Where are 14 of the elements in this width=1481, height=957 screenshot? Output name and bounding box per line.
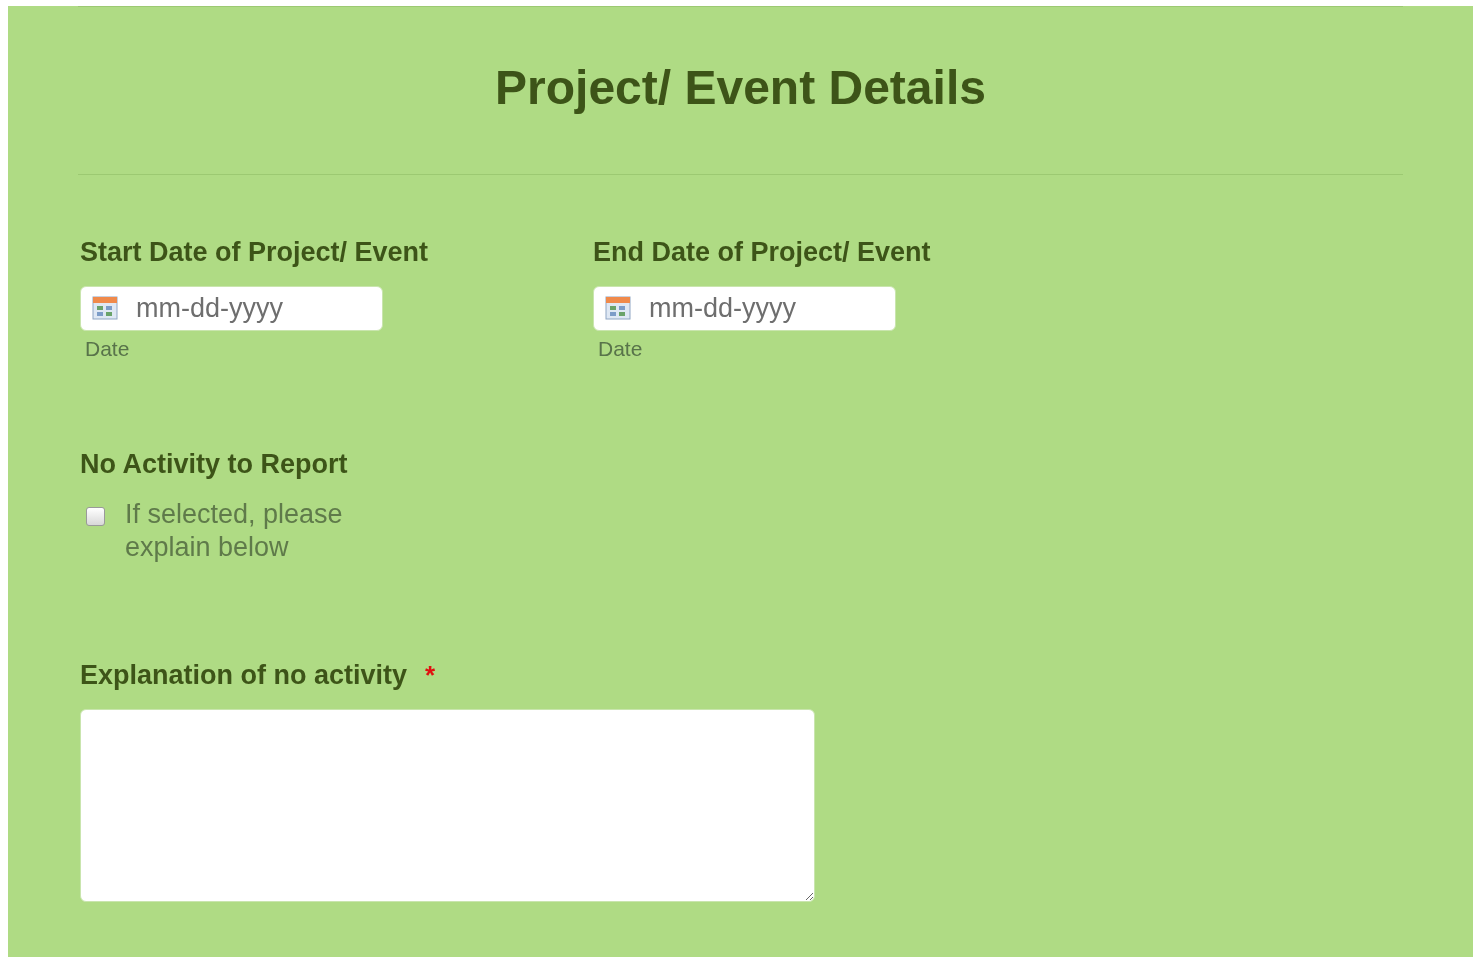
- calendar-icon: [605, 296, 631, 320]
- field-label: Start Date of Project/ Event: [80, 237, 430, 268]
- required-mark: *: [425, 660, 436, 691]
- date-input-field[interactable]: mm-dd-yyyy: [80, 286, 383, 331]
- field-label: End Date of Project/ Event: [593, 237, 932, 268]
- checkbox[interactable]: [86, 507, 105, 526]
- calendar-icon: [92, 296, 118, 320]
- checkbox-label: If selected, please explain below: [125, 498, 344, 564]
- field-label: Explanation of no activity: [80, 660, 408, 691]
- field-sublabel: Date: [598, 337, 644, 361]
- date-input-field[interactable]: mm-dd-yyyy: [593, 286, 896, 331]
- field-label: No Activity to Report: [80, 449, 349, 480]
- field-sublabel: Date: [85, 337, 131, 361]
- form-section-title: Project/ Event Details: [495, 60, 986, 115]
